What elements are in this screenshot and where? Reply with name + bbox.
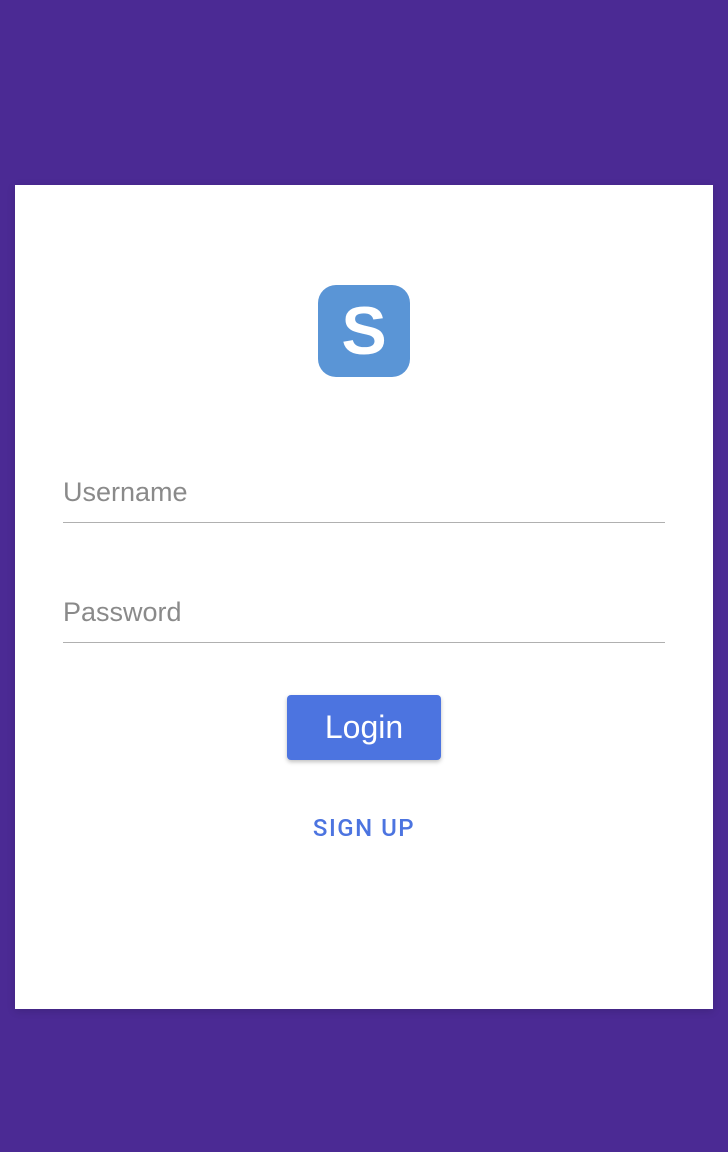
login-card: S Login SIGN UP xyxy=(15,185,713,1009)
signup-link[interactable]: SIGN UP xyxy=(313,814,415,842)
password-input[interactable] xyxy=(63,583,665,643)
app-logo: S xyxy=(318,285,410,377)
login-button[interactable]: Login xyxy=(287,695,441,760)
logo-letter-icon: S xyxy=(341,297,386,365)
username-input[interactable] xyxy=(63,463,665,523)
